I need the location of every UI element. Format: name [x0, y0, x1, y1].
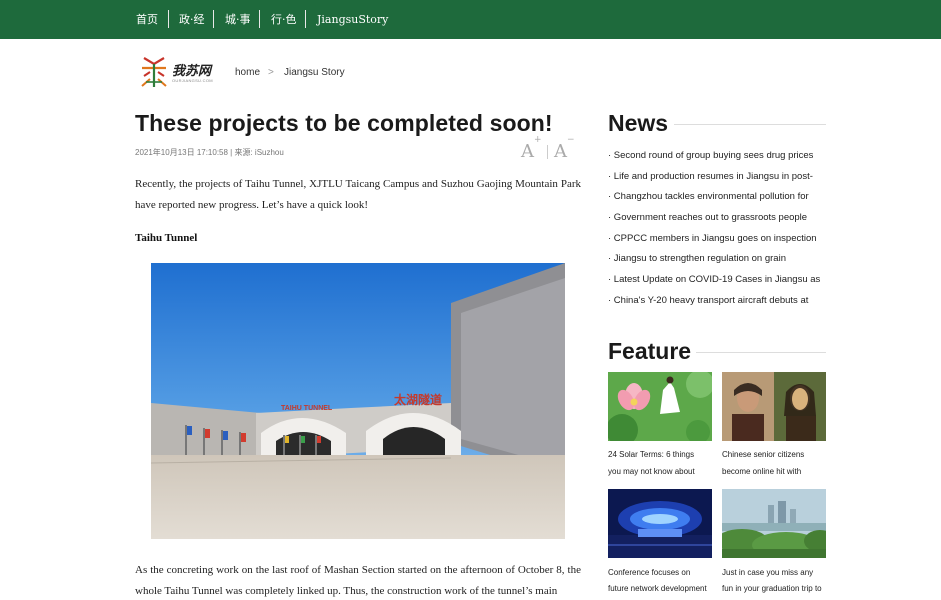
feature-caption-line2[interactable]: fun in your graduation trip to	[722, 581, 828, 598]
news-item[interactable]: · Government reaches out to grassroots p…	[608, 212, 828, 223]
feature-caption-line1[interactable]: 24 Solar Terms: 6 things	[608, 447, 714, 464]
feature-thumbnail-graduation-trip[interactable]	[722, 489, 826, 558]
news-item[interactable]: · Life and production resumes in Jiangsu…	[608, 171, 828, 182]
news-item[interactable]: · Jiangsu to strengthen regulation on gr…	[608, 253, 828, 264]
font-decrease-sup: −	[567, 135, 575, 145]
feature-section-title: Feature	[608, 338, 692, 364]
nav-item-home[interactable]: 首页	[136, 0, 158, 39]
news-item[interactable]: · China's Y-20 heavy transport aircraft …	[608, 295, 828, 306]
nav-item-city-affairs[interactable]: 城·事	[225, 0, 251, 39]
news-title-rule	[674, 124, 826, 125]
news-item[interactable]: · Second round of group buying sees drug…	[608, 150, 828, 161]
feature-caption-line1[interactable]: Conference focuses on	[608, 565, 714, 582]
article-body-paragraph: As the concreting work on the last roof …	[135, 564, 581, 597]
feature-caption-line2[interactable]: you may not know about	[608, 464, 714, 481]
font-increase-sup: +	[534, 135, 542, 145]
feature-caption-line1[interactable]: Chinese senior citizens	[722, 447, 828, 464]
nav-divider	[213, 10, 214, 28]
article-meta: 2021年10月13日 17:10:58 | 来源: iSuzhou	[135, 148, 284, 157]
feature-caption-line2[interactable]: future network development	[608, 581, 714, 598]
feature-thumbnail-senior-citizens[interactable]	[722, 372, 826, 441]
font-decrease-glyph: A	[554, 141, 567, 162]
site-logo-mark[interactable]	[136, 54, 172, 90]
feature-caption-line1[interactable]: Just in case you miss any	[722, 565, 828, 582]
breadcrumb-separator: >	[268, 67, 274, 78]
nav-divider	[259, 10, 260, 28]
font-button-divider	[547, 145, 548, 159]
news-item[interactable]: · CPPCC members in Jiangsu goes on inspe…	[608, 233, 828, 244]
article-subheading: Taihu Tunnel	[135, 232, 198, 244]
nav-divider	[168, 10, 169, 28]
taihu-tunnel-photo: TAIHU TUNNEL 太湖隧道	[151, 263, 565, 539]
news-item[interactable]: · Latest Update on COVID-19 Cases in Jia…	[608, 274, 828, 285]
article-intro-paragraph: Recently, the projects of Taihu Tunnel, …	[135, 178, 581, 211]
photo-sign-english: TAIHU TUNNEL	[281, 405, 333, 412]
font-increase-glyph: A	[521, 141, 534, 162]
news-item[interactable]: · Changzhou tackles environmental pollut…	[608, 191, 828, 202]
breadcrumb-current[interactable]: Jiangsu Story	[284, 67, 345, 78]
site-logo-text[interactable]: 我苏网	[172, 60, 211, 79]
feature-thumbnail-solar-terms[interactable]	[608, 372, 712, 441]
news-section-title: News	[608, 110, 669, 136]
feature-title-rule	[696, 352, 826, 353]
nav-item-travel[interactable]: 行·色	[271, 0, 297, 39]
font-increase-button[interactable]: A+	[521, 135, 542, 162]
nav-item-politics-economy[interactable]: 政·经	[179, 0, 205, 39]
feature-thumbnail-conference[interactable]	[608, 489, 712, 558]
nav-divider	[305, 10, 306, 28]
top-nav-bar: 首页 政·经 城·事 行·色 JiangsuStory	[0, 0, 941, 39]
font-decrease-button[interactable]: A−	[554, 135, 575, 162]
nav-item-jiangsu-story[interactable]: JiangsuStory	[317, 0, 388, 39]
article-title: These projects to be completed soon!	[135, 110, 553, 136]
breadcrumb-home[interactable]: home	[235, 67, 260, 78]
feature-caption-line2[interactable]: become online hit with	[722, 464, 828, 481]
site-logo-subtext: OURJIANGSU.COM	[172, 78, 213, 83]
photo-sign-chinese: 太湖隧道	[394, 392, 442, 407]
